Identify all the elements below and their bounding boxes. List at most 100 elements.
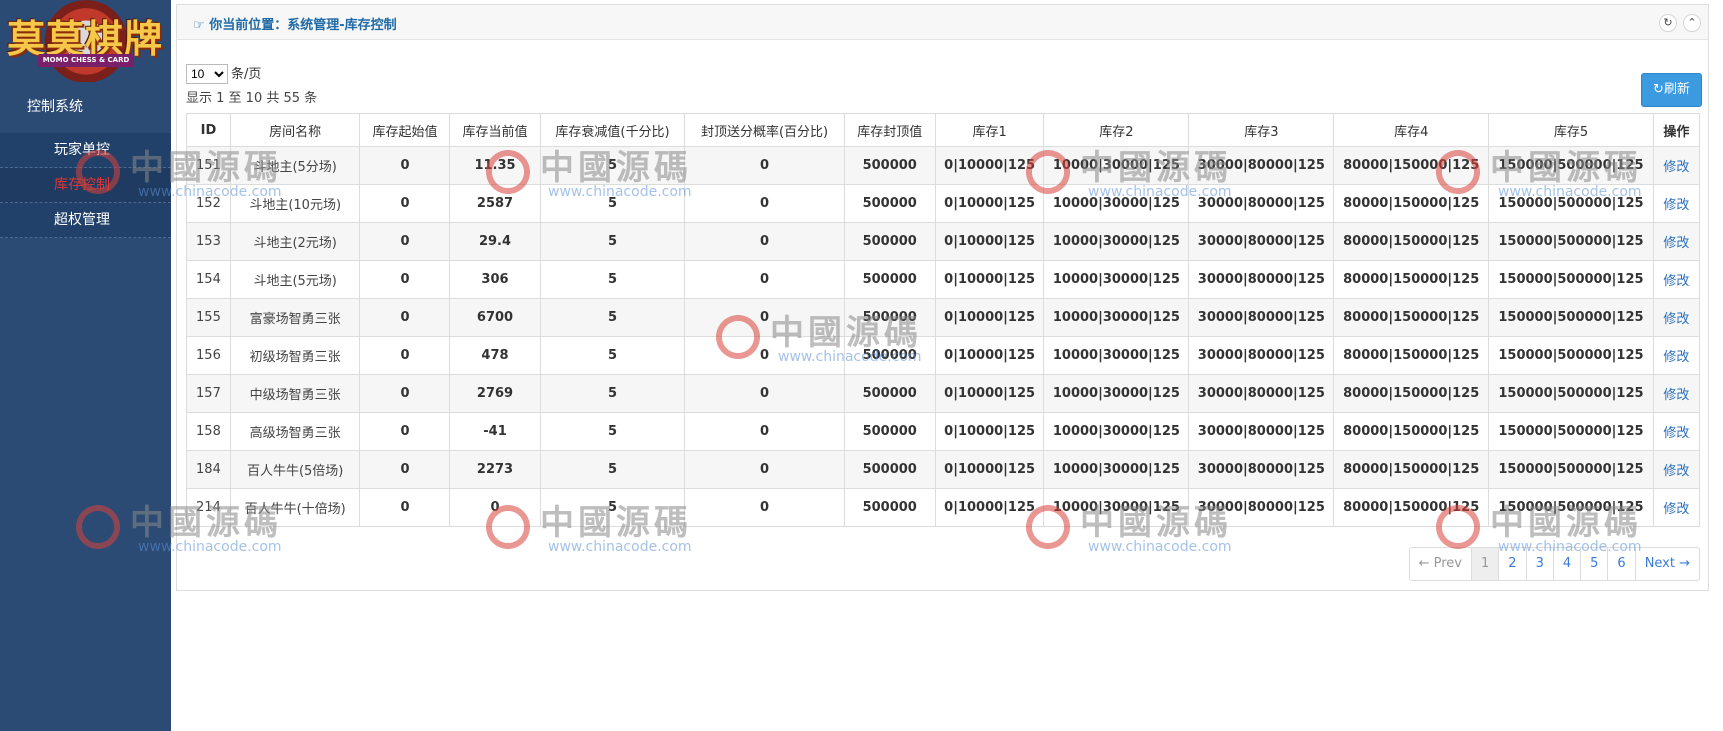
table-row: 156 初级场智勇三张 0 478 5 0 500000 0|10000|125 10000|3… [186,336,1701,375]
cell-stock-current: 2769 [449,374,541,413]
pagination-page-2[interactable]: 2 [1498,548,1525,580]
cell-action: 修改 [1652,450,1701,489]
cell-action: 修改 [1652,374,1701,413]
breadcrumb-text: 你当前位置：系统管理-库存控制 [209,18,397,33]
edit-link[interactable]: 修改 [1663,274,1689,289]
logo-subtitle: MOMO CHESS & CARD [38,54,134,67]
cell-id: 184 [186,450,231,489]
column-header-room-name[interactable]: 房间名称 [229,113,361,147]
cell-stock-3: 30000|80000|125 [1188,336,1335,375]
table-body: 151 斗地主(5分场) 0 11.35 5 0 500000 0|10000|125 1000… [186,146,1701,527]
sidebar-item-stock-control[interactable]: 库存控制 [0,168,171,203]
cell-stock-start: 0 [359,260,451,299]
cell-stock-decay: 5 [539,450,686,489]
cell-stock-1: 0|10000|125 [934,184,1045,223]
cell-stock-5: 150000|500000|125 [1488,412,1654,451]
cell-cap-probability: 0 [684,222,845,261]
cell-cap-probability: 0 [684,184,845,223]
page-size-select[interactable]: 10 [186,64,228,84]
pagination: ← Prev 1 2 3 4 5 6 Next → [1408,547,1700,581]
cell-stock-5: 150000|500000|125 [1488,146,1654,185]
pagination-prev[interactable]: ← Prev [1410,548,1471,580]
panel-header: ☞ 你当前位置：系统管理-库存控制 ↻ ⌃ [177,5,1708,40]
table-row: 157 中级场智勇三张 0 2769 5 0 500000 0|10000|125 10000|… [186,374,1701,413]
cell-stock-cap: 500000 [843,336,936,375]
edit-link[interactable]: 修改 [1663,236,1689,251]
table-row: 155 富豪场智勇三张 0 6700 5 0 500000 0|10000|125 10000|… [186,298,1701,337]
cell-stock-2: 10000|30000|125 [1043,260,1190,299]
cell-stock-3: 30000|80000|125 [1188,222,1335,261]
column-header-stock-1[interactable]: 库存1 [934,113,1045,147]
cell-stock-4: 80000|150000|125 [1333,184,1490,223]
edit-link[interactable]: 修改 [1663,502,1689,517]
cell-stock-decay: 5 [539,488,686,527]
cell-stock-decay: 5 [539,412,686,451]
cell-id: 158 [186,412,231,451]
cell-stock-3: 30000|80000|125 [1188,374,1335,413]
edit-link[interactable]: 修改 [1663,350,1689,365]
column-header-stock-cap[interactable]: 库存封顶值 [843,113,936,147]
edit-link[interactable]: 修改 [1663,312,1689,327]
edit-link[interactable]: 修改 [1663,388,1689,403]
cell-room-name: 富豪场智勇三张 [229,298,361,337]
cell-stock-cap: 500000 [843,184,936,223]
column-header-stock-current[interactable]: 库存当前值 [449,113,541,147]
edit-link[interactable]: 修改 [1663,464,1689,479]
column-header-stock-3[interactable]: 库存3 [1188,113,1335,147]
logo: 莫莫棋牌 MOMO CHESS & CARD [0,0,171,82]
cell-action: 修改 [1652,184,1701,223]
cell-stock-1: 0|10000|125 [934,450,1045,489]
cell-stock-5: 150000|500000|125 [1488,450,1654,489]
pagination-page-5[interactable]: 5 [1580,548,1607,580]
cell-stock-2: 10000|30000|125 [1043,374,1190,413]
pagination-page-3[interactable]: 3 [1525,548,1553,580]
cell-stock-3: 30000|80000|125 [1188,488,1335,527]
sidebar-item-player-control[interactable]: 玩家单控 [0,133,171,168]
cell-stock-start: 0 [359,374,451,413]
column-header-stock-2[interactable]: 库存2 [1043,113,1190,147]
column-header-stock-decay[interactable]: 库存衰减值(千分比) [539,113,686,147]
cell-id: 151 [186,146,231,185]
cell-stock-decay: 5 [539,184,686,223]
column-header-stock-5[interactable]: 库存5 [1488,113,1654,147]
edit-link[interactable]: 修改 [1663,198,1689,213]
cell-cap-probability: 0 [684,450,845,489]
cell-action: 修改 [1652,222,1701,261]
cell-stock-1: 0|10000|125 [934,488,1045,527]
cell-stock-start: 0 [359,412,451,451]
cell-stock-decay: 5 [539,298,686,337]
edit-link[interactable]: 修改 [1663,160,1689,175]
cell-id: 214 [186,488,231,527]
cell-stock-1: 0|10000|125 [934,260,1045,299]
cell-stock-2: 10000|30000|125 [1043,222,1190,261]
edit-link[interactable]: 修改 [1663,426,1689,441]
column-header-id[interactable]: ID [186,113,231,147]
cell-stock-4: 80000|150000|125 [1333,222,1490,261]
cell-stock-cap: 500000 [843,374,936,413]
cell-cap-probability: 0 [684,374,845,413]
cell-stock-decay: 5 [539,374,686,413]
column-header-stock-start[interactable]: 库存起始值 [359,113,451,147]
collapse-icon[interactable]: ⌃ [1683,14,1701,32]
column-header-stock-4[interactable]: 库存4 [1333,113,1490,147]
cell-stock-current: 0 [449,488,541,527]
cell-stock-1: 0|10000|125 [934,374,1045,413]
stock-table: ID 房间名称 库存起始值 库存当前值 库存衰减值(千分比) 封顶送分概率(百分… [186,113,1701,527]
pagination-next[interactable]: Next → [1634,548,1699,580]
column-header-cap-probability[interactable]: 封顶送分概率(百分比) [684,113,845,147]
pagination-page-1[interactable]: 1 [1471,548,1499,580]
page-size-label: 条/页 [231,67,262,82]
table-row: 154 斗地主(5元场) 0 306 5 0 500000 0|10000|125 10000|… [186,260,1701,299]
refresh-icon[interactable]: ↻ [1659,14,1677,32]
cell-stock-current: 29.4 [449,222,541,261]
column-header-action: 操作 [1652,113,1701,147]
sidebar-item-super-admin[interactable]: 超权管理 [0,203,171,238]
refresh-button[interactable]: ↻刷新 [1641,73,1702,107]
pagination-page-4[interactable]: 4 [1552,548,1580,580]
main-panel: ☞ 你当前位置：系统管理-库存控制 ↻ ⌃ 10条/页 显示 1 至 10 共 … [176,4,1709,591]
cell-stock-4: 80000|150000|125 [1333,488,1490,527]
cell-stock-2: 10000|30000|125 [1043,146,1190,185]
cell-cap-probability: 0 [684,412,845,451]
cell-stock-current: 2587 [449,184,541,223]
pagination-page-6[interactable]: 6 [1607,548,1634,580]
